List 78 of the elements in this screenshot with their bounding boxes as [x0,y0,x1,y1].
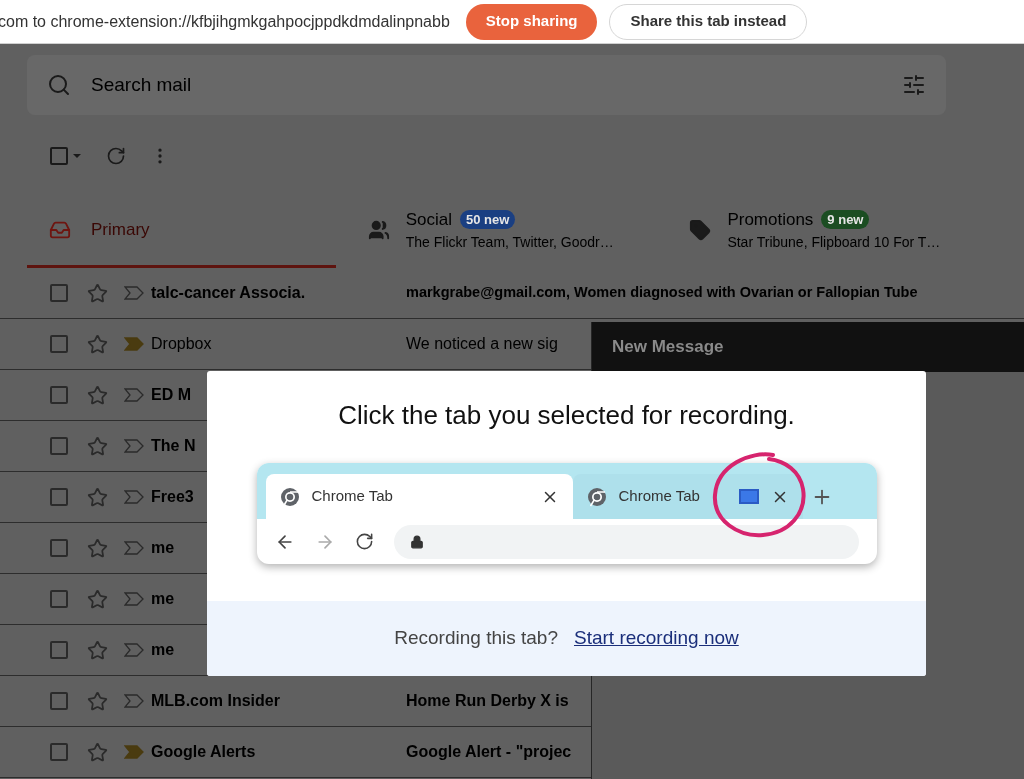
email-subject: We noticed a new sig [406,334,558,354]
importance-marker-icon[interactable] [124,745,144,759]
email-row[interactable]: talc-cancer Associa. markgrabe@gmail.com, Women diagnosed with Ovarian or Fallopian Tube [0,268,1024,319]
inbox-icon [49,219,71,241]
category-tab[interactable]: Social 50 new The Flickr Team, Twitter, Goodr… [353,195,676,268]
importance-marker-icon[interactable] [124,490,144,504]
new-count-badge: 9 new [821,209,870,230]
importance-marker-icon[interactable] [124,643,144,657]
category-tab[interactable]: Primary [27,195,336,268]
refresh-icon[interactable] [106,146,126,166]
importance-marker-icon[interactable] [124,388,144,402]
email-sender: Dropbox [151,334,212,354]
email-sender: MLB.com Insider [151,691,280,711]
star-icon[interactable] [87,639,108,661]
email-sender: Google Alerts [151,742,256,762]
search-field[interactable]: Search mail [27,55,946,115]
email-sender: The N [151,436,196,456]
email-sender: ED M [151,385,191,405]
search-icon [47,73,71,97]
importance-marker-icon[interactable] [124,286,144,300]
chrome-logo-icon [586,486,607,507]
category-tab[interactable]: Promotions 9 new Star Tribune, Flipboard 10 For T… [675,195,997,268]
importance-marker-icon[interactable] [124,337,144,351]
search-placeholder: Search mail [91,72,193,97]
row-checkbox[interactable] [50,641,68,659]
email-sender: Free3 [151,487,194,507]
chrome-logo-icon [279,486,300,507]
tab-senders: Star Tribune, Flipboard 10 For T… [727,233,941,253]
row-checkbox[interactable] [50,386,68,404]
star-icon[interactable] [87,690,108,712]
star-icon[interactable] [87,741,108,763]
share-tab-button[interactable]: Share this tab instead [609,3,808,40]
reload-icon [354,532,374,551]
email-sender: talc-cancer Associa. [151,283,306,303]
star-icon[interactable] [87,588,108,610]
recording-question: Recording this tab? [394,626,558,651]
importance-marker-icon[interactable] [124,439,144,453]
new-count-badge: 50 new [460,209,516,230]
email-sender: me [151,640,175,660]
star-icon[interactable] [87,282,108,304]
recording-indicator-icon [738,489,759,504]
importance-marker-icon[interactable] [124,541,144,555]
star-icon[interactable] [87,486,108,508]
stop-sharing-button[interactable]: Stop sharing [465,3,598,40]
compose-title: New Message [612,336,724,359]
star-icon[interactable] [87,537,108,559]
row-checkbox[interactable] [50,743,68,761]
email-sender: me [151,538,175,558]
row-checkbox[interactable] [50,335,68,353]
importance-marker-icon[interactable] [124,694,144,708]
caret-icon[interactable] [72,153,82,159]
row-checkbox[interactable] [50,692,68,710]
email-sender: me [151,589,175,609]
email-subject: Home Run Derby X is [406,691,569,711]
filter-icon [902,73,926,97]
people-icon [367,219,390,241]
tab-label: Primary [91,219,150,242]
star-icon[interactable] [87,333,108,355]
row-checkbox[interactable] [50,488,68,506]
importance-marker-icon[interactable] [124,592,144,606]
dialog-title: Click the tab you selected for recording. [337,399,796,432]
row-checkbox[interactable] [50,437,68,455]
email-subject: markgrabe@gmail.com, Women diagnosed with Ovarian or Fallopian Tube [406,283,918,303]
row-checkbox[interactable] [50,284,68,302]
browser-tab-title: Chrome Tab [311,486,394,507]
tab-senders: The Flickr Team, Twitter, Goodr… [405,233,614,253]
tag-icon [689,219,712,241]
email-subject: Google Alert - "projec [406,742,572,762]
tab-label: Promotions [727,208,814,231]
row-checkbox[interactable] [50,590,68,608]
tab-label: Social [405,208,453,231]
star-icon[interactable] [87,384,108,406]
row-checkbox[interactable] [50,539,68,557]
browser-tab-title: Chrome Tab [618,486,701,507]
lock-icon [409,534,424,549]
select-all-checkbox[interactable] [50,147,68,165]
star-icon[interactable] [87,435,108,457]
start-recording-link[interactable]: Start recording now [574,624,739,653]
